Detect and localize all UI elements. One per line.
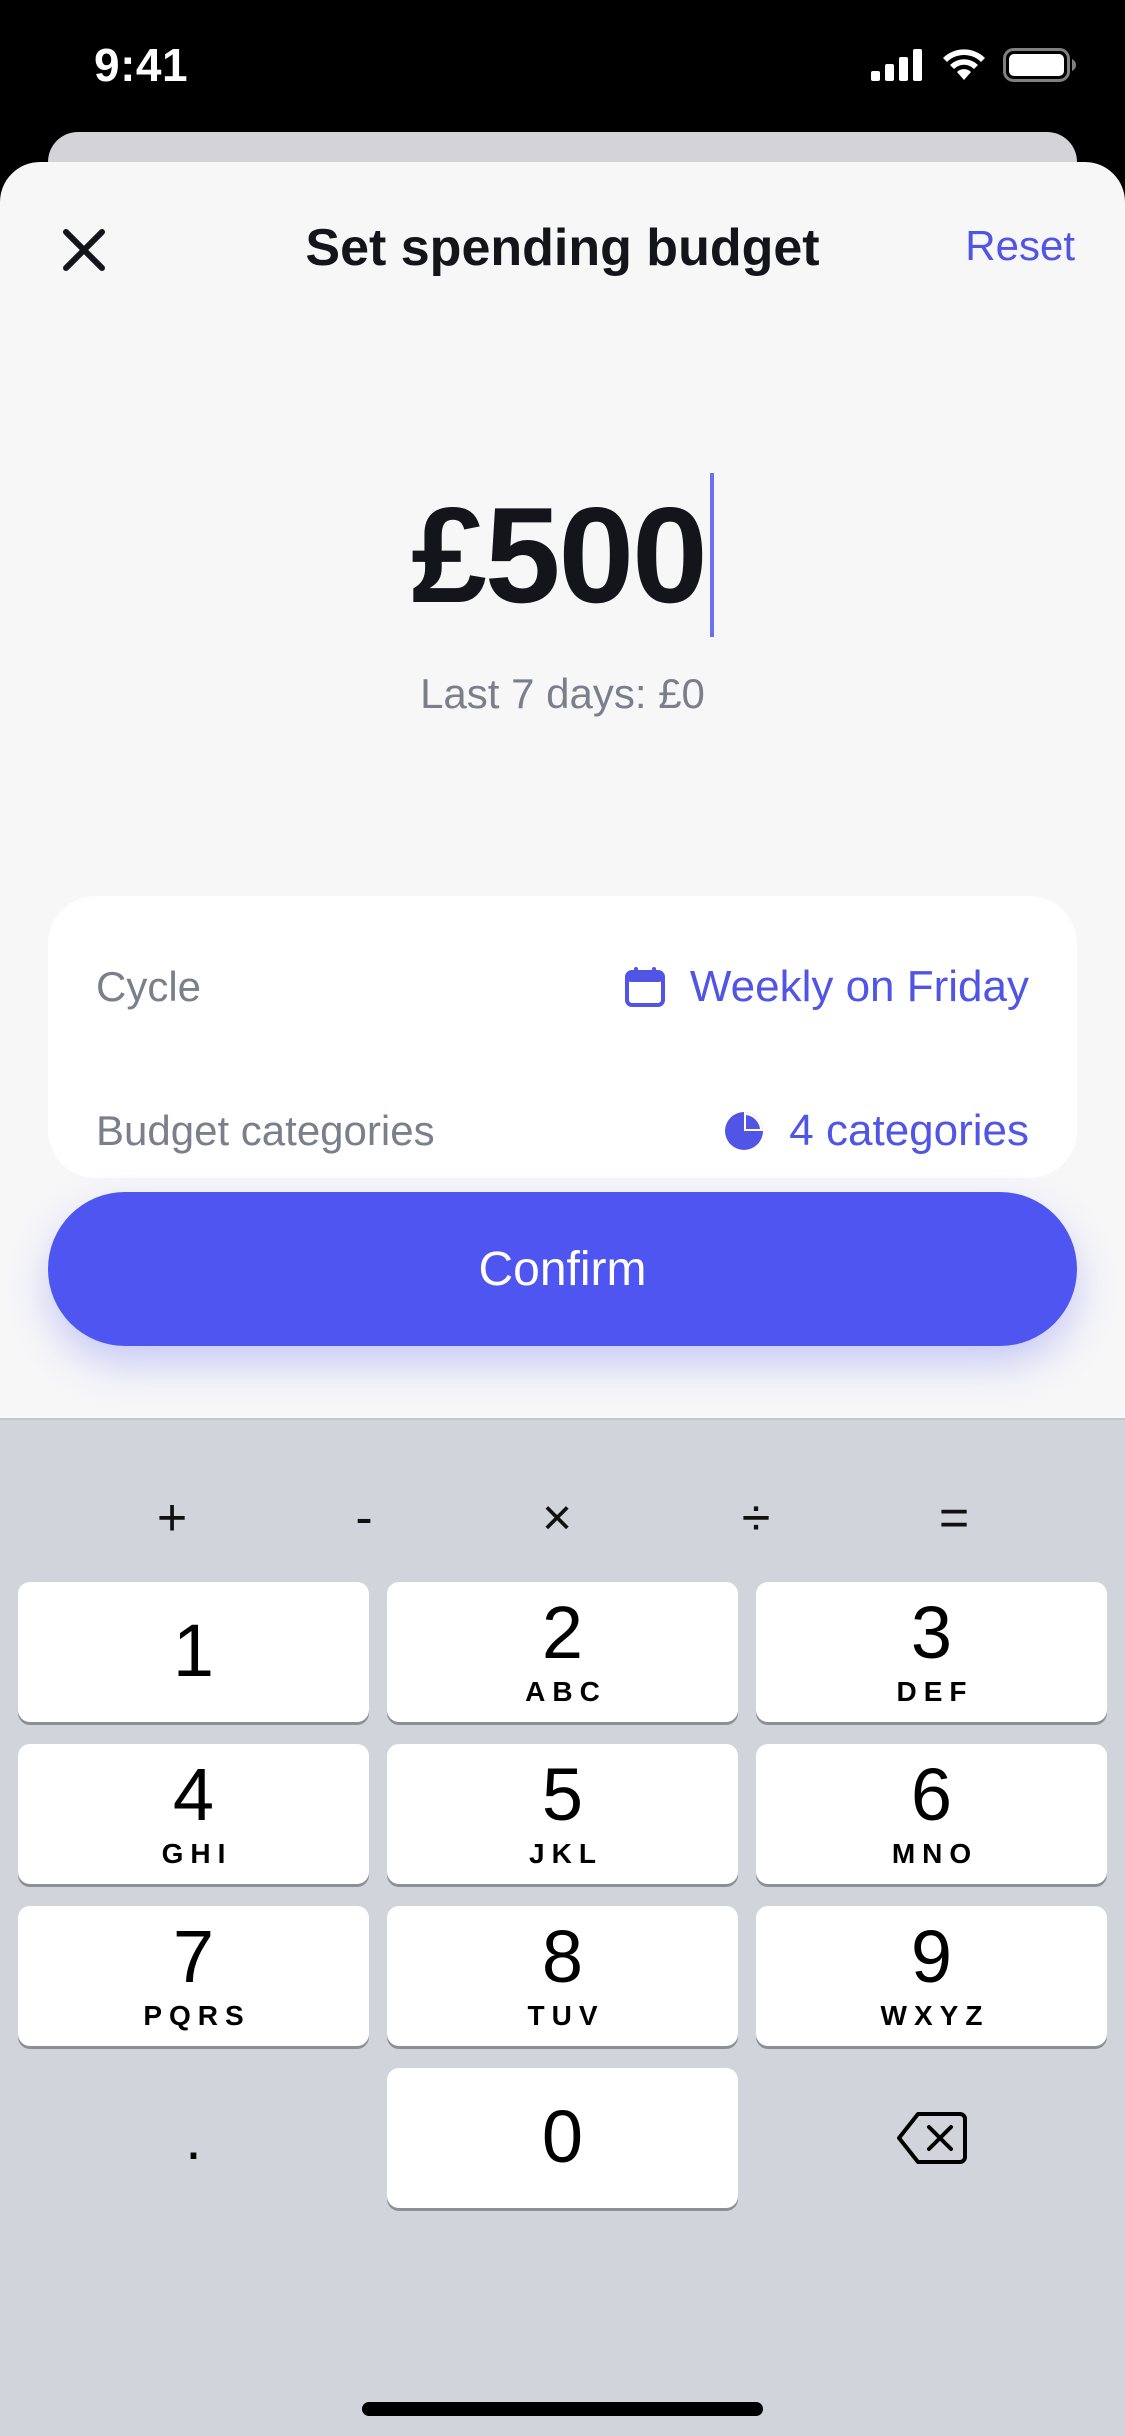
key-number: 4 [172,1753,215,1836]
page-title: Set spending budget [305,219,820,277]
plus-key[interactable]: + [112,1470,232,1566]
multiply-key[interactable]: × [497,1470,617,1566]
status-icons [871,48,1077,82]
cycle-value: Weekly on Friday [689,962,1029,1011]
reset-button[interactable]: Reset [965,222,1075,270]
backspace-key[interactable] [756,2068,1107,2208]
key-3[interactable]: 3 DEF [756,1582,1107,1722]
numeric-keyboard: + - × ÷ = 1 2 ABC 3 DEF 4 GHI 5 JKL 6 MN… [0,1418,1125,2436]
home-indicator[interactable] [362,2402,763,2416]
key-number: 2 [541,1591,584,1674]
key-8[interactable]: 8 TUV [387,1906,738,2046]
minus-key[interactable]: - [304,1470,424,1566]
key-number: 3 [910,1591,953,1674]
key-letters: WXYZ [880,2000,990,2031]
key-letters: TUV [527,2000,605,2031]
status-bar: 9:41 [0,0,1125,135]
decimal-key[interactable]: . [18,2068,369,2208]
key-letters: PQRS [143,2000,251,2031]
backspace-icon [896,2112,967,2164]
key-4[interactable]: 4 GHI [18,1744,369,1884]
operator-row: + - × ÷ = [0,1470,1125,1566]
key-number: 5 [541,1753,584,1836]
key-number: 7 [172,1915,215,1998]
key-5[interactable]: 5 JKL [387,1744,738,1884]
cycle-value-button[interactable]: Weekly on Friday [624,962,1029,1012]
signal-icon [871,49,922,81]
budget-categories-row[interactable]: Budget categories 4 categories [48,1076,1077,1186]
key-9[interactable]: 9 WXYZ [756,1906,1107,2046]
status-time: 9:41 [94,39,189,91]
amount-value: £500 [411,479,708,631]
key-letters: JKL [529,1838,603,1869]
key-letters: MNO [891,1838,979,1869]
key-7[interactable]: 7 PQRS [18,1906,369,2046]
confirm-button[interactable]: Confirm [48,1192,1077,1346]
key-number: 8 [541,1915,584,1998]
battery-icon [1003,48,1076,82]
sheet-header: Set spending budget Reset [0,162,1125,332]
key-number: 9 [910,1915,953,1998]
budget-categories-label: Budget categories [96,1107,435,1154]
categories-value-button[interactable]: 4 categories [723,1106,1029,1156]
key-number: 6 [910,1753,953,1836]
key-number: 1 [172,1609,215,1692]
categories-value: 4 categories [789,1106,1029,1155]
key-2[interactable]: 2 ABC [387,1582,738,1722]
cycle-row[interactable]: Cycle Weekly on Friday [48,932,1077,1042]
equals-key[interactable]: = [894,1470,1014,1566]
key-letters: GHI [161,1838,233,1869]
key-letters: DEF [896,1676,974,1707]
key-6[interactable]: 6 MNO [756,1744,1107,1884]
key-letters: ABC [525,1676,607,1707]
key-1[interactable]: 1 [18,1582,369,1722]
amount-field[interactable]: £500 [0,470,1125,640]
divide-key[interactable]: ÷ [696,1470,816,1566]
settings-card: Cycle Weekly on Friday Budget categories [48,896,1077,1178]
key-0[interactable]: 0 [387,2068,738,2208]
key-number: 0 [541,2095,584,2178]
cycle-label: Cycle [96,963,202,1010]
calendar-icon [624,967,665,1007]
wifi-icon [943,49,985,80]
last-period-summary: Last 7 days: £0 [420,670,705,717]
text-caret [709,473,714,637]
pie-chart-icon [725,1112,764,1150]
